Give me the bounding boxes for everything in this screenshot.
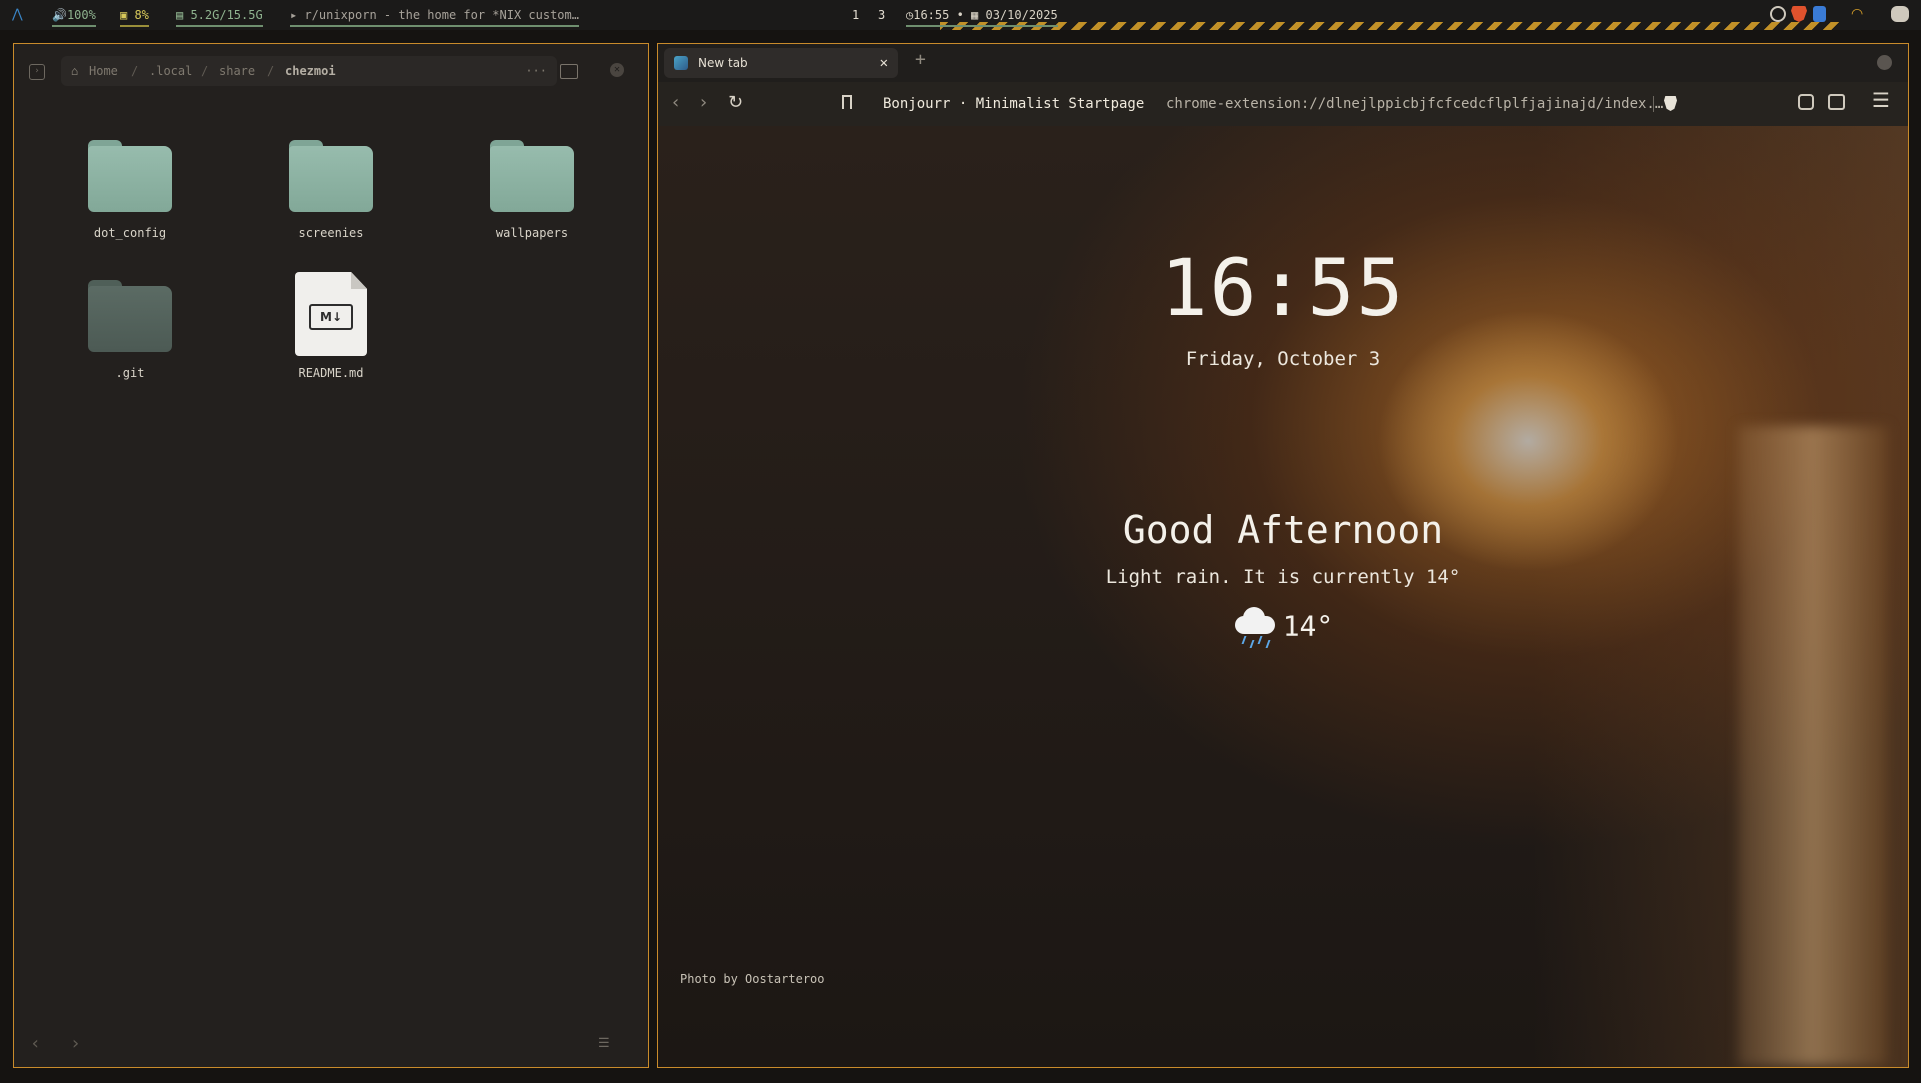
folder-icon (289, 140, 373, 212)
forward-button[interactable]: › (700, 92, 707, 113)
clock-display: 16:55 (1160, 244, 1406, 334)
tab-bar: New tab ✕ + (658, 44, 1908, 82)
folder-icon (88, 140, 172, 212)
breadcrumb-share[interactable]: share (219, 56, 255, 86)
item-label: .git (115, 366, 145, 380)
folder-item[interactable]: screenies (261, 140, 401, 240)
workspace-1[interactable]: 1 (852, 7, 859, 23)
temperature: 14° (1282, 609, 1334, 643)
arch-logo-icon[interactable]: ⋀ (12, 7, 23, 23)
date-display: Friday, October 3 (1185, 348, 1381, 370)
weather-widget: 14° (658, 604, 1908, 648)
wifi-icon[interactable]: ◠ (1851, 6, 1867, 22)
sidebar-toggle-icon[interactable]: › (29, 64, 45, 80)
breadcrumb-separator: / (131, 64, 139, 78)
file-manager-window: › ⌂ Home / .local / share / chezmoi ··· … (13, 43, 649, 1068)
hazard-stripe-decoration (940, 22, 1840, 30)
browser-window: New tab ✕ + ‹ › ↻ Bonjourr · Minimalist … (657, 43, 1909, 1068)
greeting: Good Afternoon (1122, 508, 1444, 552)
cpu-indicator: ▣ 8% (120, 7, 149, 27)
close-tab-icon[interactable]: ✕ (880, 48, 888, 78)
breadcrumb-separator: / (267, 64, 275, 78)
divider (1653, 96, 1654, 112)
back-icon[interactable]: ‹ (30, 1033, 41, 1054)
menu-button[interactable]: ☰ (1872, 88, 1890, 112)
more-options-icon[interactable]: ··· (525, 56, 547, 86)
startpage: 16:55 Friday, October 3 Good Afternoon L… (658, 126, 1908, 1067)
item-label: wallpapers (495, 226, 569, 240)
folder-item[interactable]: dot_config (60, 140, 200, 240)
sidebar-icon[interactable] (1828, 94, 1845, 110)
item-label: screenies (298, 226, 364, 240)
breadcrumb-local[interactable]: .local (149, 56, 192, 86)
site-identity[interactable]: Bonjourr · Minimalist Startpage (883, 82, 1144, 126)
reload-button[interactable]: ↻ (728, 92, 743, 113)
workspace-3[interactable]: 3 (878, 7, 885, 23)
back-button[interactable]: ‹ (672, 92, 679, 113)
folder-icon (88, 280, 172, 352)
document-icon[interactable] (1813, 6, 1826, 22)
tab-title: New tab (698, 56, 748, 70)
markdown-badge: M↓ (309, 304, 353, 330)
brave-shields-icon[interactable] (1664, 96, 1677, 111)
obs-icon[interactable] (1770, 6, 1786, 22)
top-bar: ⋀ 🔊100% ▣ 8% ▤ 5.2G/15.5G ▸ r/unixporn -… (0, 0, 1921, 30)
brave-icon[interactable] (1791, 6, 1807, 22)
breadcrumb-home[interactable]: Home (89, 56, 118, 86)
new-folder-icon[interactable] (560, 64, 578, 79)
folder-item[interactable]: .git (60, 280, 200, 380)
bookmark-icon[interactable] (842, 95, 852, 109)
address-bar[interactable]: chrome-extension://dlnejlppicbjfcfcedcfl… (1166, 82, 1663, 126)
discord-icon[interactable] (1891, 6, 1909, 22)
tab-new-tab[interactable]: New tab ✕ (664, 48, 898, 78)
breadcrumb: ⌂ Home / .local / share / chezmoi ··· (61, 56, 557, 86)
close-icon[interactable]: ✕ (610, 63, 624, 77)
forward-icon[interactable]: › (70, 1033, 81, 1054)
markdown-file-icon: M↓ (295, 272, 367, 356)
volume-indicator[interactable]: 🔊100% (52, 7, 96, 27)
folder-icon (490, 140, 574, 212)
photo-credit[interactable]: Photo by Oostarteroo (680, 972, 825, 986)
file-manager-header: › ⌂ Home / .local / share / chezmoi ··· … (14, 44, 648, 96)
breadcrumb-chezmoi[interactable]: chezmoi (285, 56, 336, 86)
browser-toolbar: ‹ › ↻ Bonjourr · Minimalist Startpage ch… (658, 82, 1908, 126)
rain-cloud-icon (1233, 604, 1277, 648)
window-control-icon[interactable] (1877, 55, 1892, 70)
weather-description: Light rain. It is currently 14° (1105, 566, 1461, 588)
favicon-icon (674, 56, 688, 70)
extensions-icon[interactable] (1798, 94, 1814, 110)
new-tab-button[interactable]: + (915, 49, 926, 70)
item-label: README.md (298, 366, 364, 380)
folder-item[interactable]: wallpapers (462, 140, 602, 240)
breadcrumb-separator: / (201, 64, 209, 78)
active-window-title: ▸ r/unixporn - the home for *NIX custom… (290, 7, 579, 27)
clock[interactable]: ◷16:55 • ▦ 03/10/2025 (906, 7, 1058, 27)
view-mode-icon[interactable]: ☰ (598, 1036, 610, 1051)
home-icon[interactable]: ⌂ (71, 56, 78, 86)
item-label: dot_config (93, 226, 167, 240)
memory-indicator: ▤ 5.2G/15.5G (176, 7, 263, 27)
file-item[interactable]: M↓ README.md (261, 272, 401, 380)
